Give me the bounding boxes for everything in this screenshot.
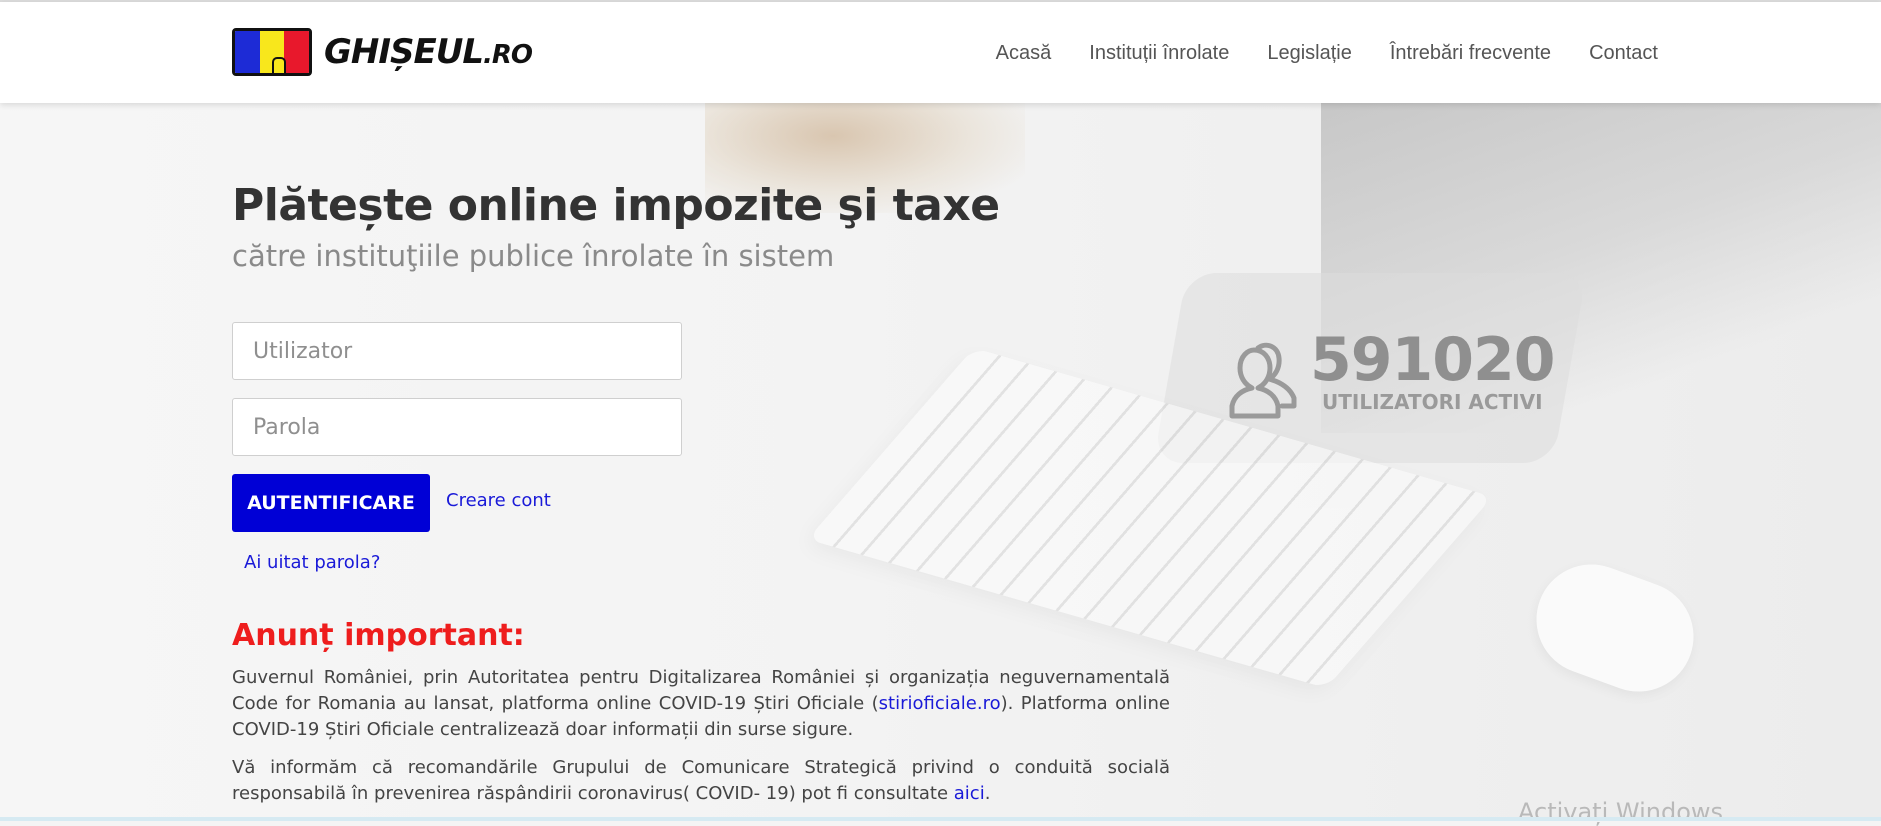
flag-blue-stripe (235, 31, 260, 73)
nav-institutions[interactable]: Instituții înrolate (1089, 42, 1229, 65)
announcement-paragraph-2: Vă informăm că recomandările Grupului de… (232, 755, 1170, 807)
page-title: Plătește online impozite şi taxe (232, 180, 1000, 231)
login-button[interactable]: AUTENTIFICARE (232, 474, 430, 532)
flag-red-stripe (284, 31, 309, 73)
logo-name: GHIȘEUL (324, 32, 484, 72)
username-input[interactable] (232, 322, 682, 380)
active-users-label: UTILIZATORI ACTIVI (1322, 390, 1543, 414)
romania-flag-icon (232, 28, 312, 76)
forgot-password-link[interactable]: Ai uitat parola? (244, 552, 380, 573)
create-account-link[interactable]: Creare cont (446, 490, 551, 511)
nav-contact[interactable]: Contact (1589, 42, 1658, 65)
announcement-paragraph-1: Guvernul României, prin Autoritatea pent… (232, 665, 1170, 743)
nav-faq[interactable]: Întrebări frecvente (1390, 42, 1551, 65)
site-logo[interactable]: GHIȘEUL.RO (232, 28, 533, 76)
p2-text-after: . (984, 783, 991, 804)
users-icon (1229, 342, 1297, 419)
nav-legislation[interactable]: Legislație (1267, 42, 1352, 65)
active-users-count: 591020 (1310, 325, 1555, 395)
bottom-border (0, 817, 1881, 821)
stirioficiale-link[interactable]: stirioficiale.ro (879, 693, 1001, 714)
hero-text: Plătește online impozite şi taxe către i… (232, 180, 1000, 273)
stats-text: 591020 UTILIZATORI ACTIVI (1310, 330, 1555, 414)
announcement-title: Anunț important: (232, 618, 525, 653)
logo-suffix: .RO (483, 40, 533, 70)
main-nav: Acasă Instituții înrolate Legislație Înt… (996, 42, 1658, 65)
p2-text-before: Vă informăm că recomandările Grupului de… (232, 757, 1170, 804)
windows-activation-watermark: Activați Windows (1518, 798, 1724, 826)
active-users-stats: 591020 UTILIZATORI ACTIVI (1222, 330, 1555, 420)
navbar: GHIȘEUL.RO Acasă Instituții înrolate Leg… (0, 2, 1881, 103)
background-mouse (1521, 548, 1709, 708)
page-subtitle: către instituţiile publice înrolate în s… (232, 239, 835, 273)
flag-door-icon (272, 57, 286, 73)
password-input[interactable] (232, 398, 682, 456)
nav-home[interactable]: Acasă (996, 42, 1052, 65)
logo-text: GHIȘEUL.RO (324, 32, 533, 72)
guidelines-link[interactable]: aici (954, 783, 985, 804)
